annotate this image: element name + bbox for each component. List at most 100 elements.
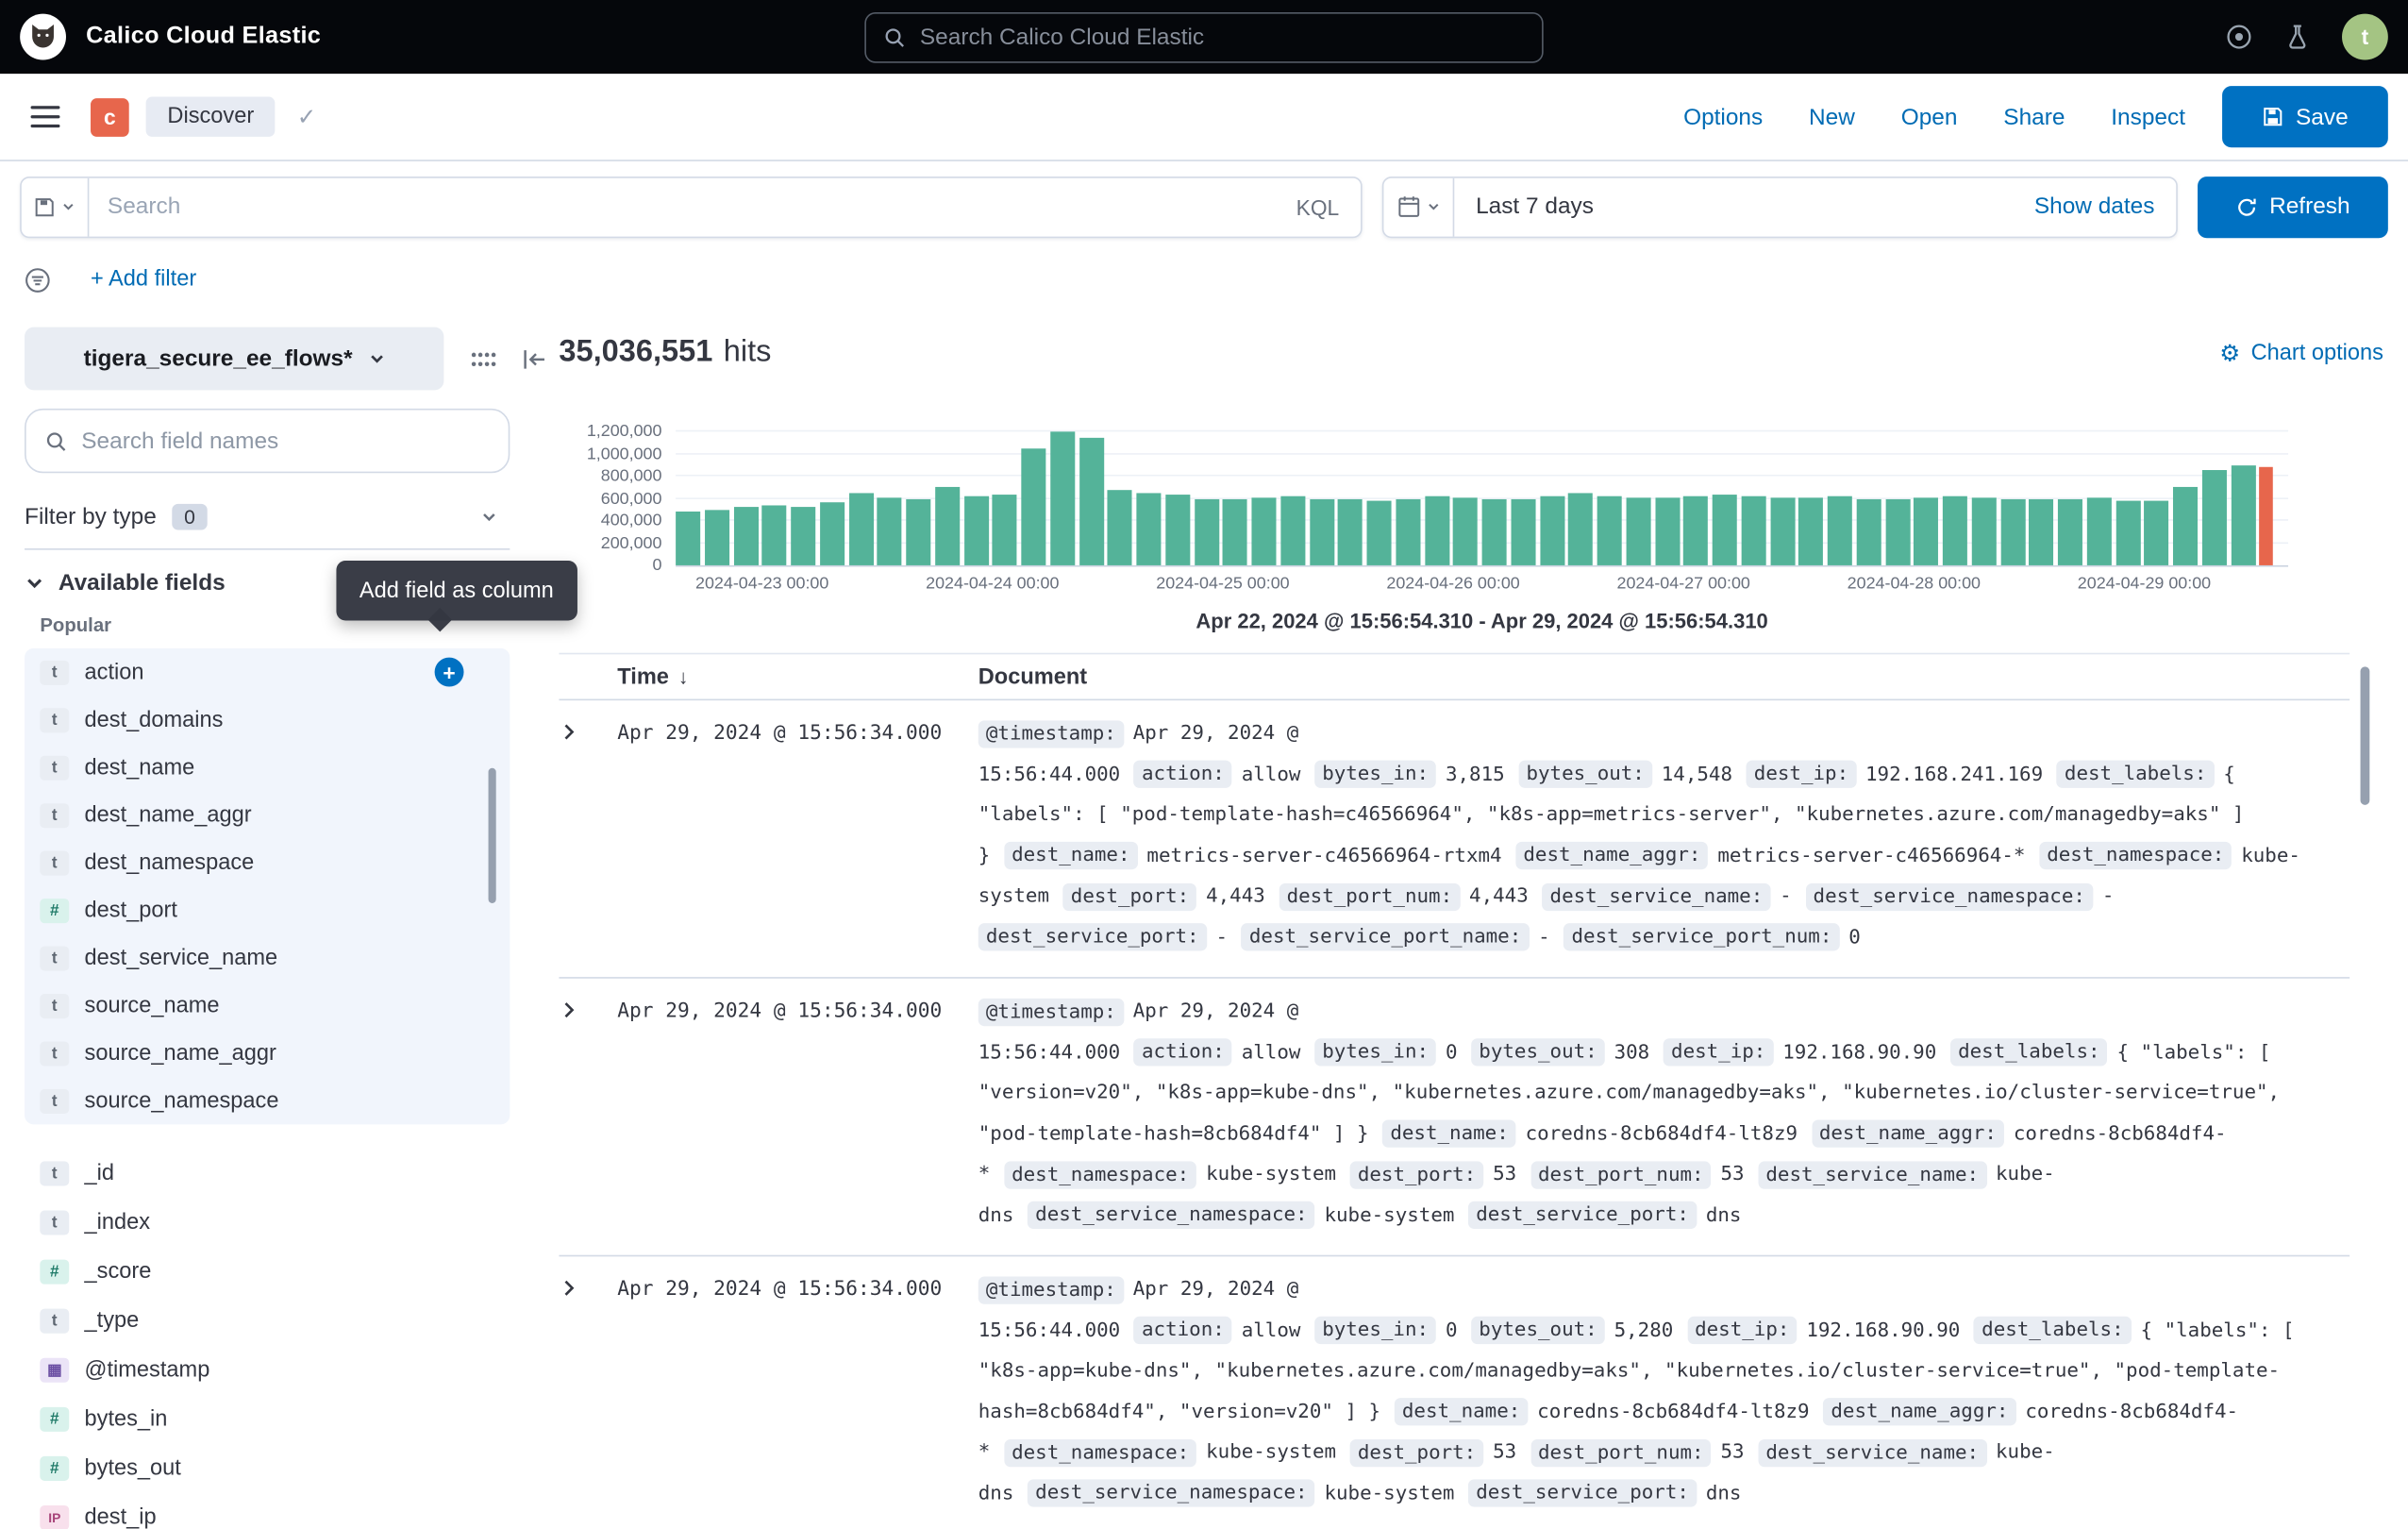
global-search-input[interactable] — [920, 24, 1525, 50]
histogram-bar[interactable] — [1568, 494, 1593, 565]
collapse-sidebar-icon[interactable] — [522, 348, 546, 370]
histogram-bar[interactable] — [705, 510, 729, 565]
histogram-bar[interactable] — [1626, 498, 1650, 565]
query-language-button[interactable]: KQL — [1275, 194, 1361, 219]
histogram-bar[interactable] — [1425, 496, 1449, 565]
field-item-dest_port[interactable]: #dest_port — [25, 886, 510, 933]
space-badge[interactable]: c — [91, 97, 129, 136]
histogram-bar[interactable] — [935, 487, 960, 565]
histogram-bar[interactable] — [2086, 498, 2111, 565]
histogram-bar[interactable] — [1511, 498, 1535, 565]
histogram-bar[interactable] — [2201, 469, 2226, 564]
field-item-action[interactable]: taction+ — [25, 648, 510, 696]
histogram-bar[interactable] — [2029, 499, 2053, 565]
histogram-bar[interactable] — [1713, 495, 1737, 565]
open-link[interactable]: Open — [1901, 104, 1958, 130]
histogram-bar[interactable] — [1741, 496, 1765, 565]
saved-query-button[interactable] — [22, 177, 90, 236]
histogram-bar[interactable] — [1223, 499, 1247, 565]
chart-options-button[interactable]: ⚙ Chart options — [2219, 339, 2383, 366]
histogram-bar[interactable] — [906, 498, 930, 565]
histogram-bar[interactable] — [791, 506, 815, 565]
field-item-source_name[interactable]: tsource_name — [25, 982, 510, 1029]
histogram-bar[interactable] — [733, 508, 758, 565]
options-link[interactable]: Options — [1683, 104, 1763, 130]
global-search-box[interactable] — [864, 11, 1543, 62]
refresh-button[interactable]: Refresh — [2198, 176, 2388, 237]
histogram-bar[interactable] — [1309, 498, 1333, 565]
histogram-bar[interactable] — [1280, 496, 1305, 565]
field-item-@timestamp[interactable]: ▦@timestamp — [25, 1346, 510, 1395]
expand-row-button[interactable] — [559, 1270, 617, 1515]
grid-dots-icon[interactable] — [470, 348, 496, 370]
index-pattern-select[interactable]: tigera_secure_ee_flows* — [25, 328, 443, 391]
calendar-button[interactable] — [1383, 177, 1454, 236]
histogram-bar-partial[interactable] — [2260, 467, 2273, 565]
status-icon[interactable] — [2225, 23, 2252, 50]
menu-icon[interactable] — [31, 106, 60, 127]
histogram-bar[interactable] — [2115, 500, 2140, 565]
histogram-bar[interactable] — [1655, 497, 1680, 565]
filter-by-type-select[interactable]: Filter by type 0 — [25, 485, 510, 549]
field-item-dest_service_name[interactable]: tdest_service_name — [25, 934, 510, 982]
histogram-bar[interactable] — [848, 493, 873, 565]
field-search-input[interactable] — [81, 428, 490, 454]
histogram-bar[interactable] — [1540, 496, 1564, 565]
show-dates-button[interactable]: Show dates — [2034, 193, 2155, 220]
histogram-bar[interactable] — [1597, 496, 1622, 565]
time-column-header[interactable]: Time ↓ — [617, 664, 978, 689]
histogram-bar[interactable] — [1367, 500, 1392, 565]
field-item-source_name_aggr[interactable]: tsource_name_aggr — [25, 1029, 510, 1076]
histogram-bar[interactable] — [1798, 497, 1823, 565]
calico-cat-logo[interactable] — [20, 14, 66, 60]
expand-row-button[interactable] — [559, 992, 617, 1236]
histogram-bar[interactable] — [1971, 497, 1996, 565]
histogram-bar[interactable] — [1136, 493, 1161, 565]
histogram-bar[interactable] — [2231, 465, 2255, 565]
table-scrollbar-thumb[interactable] — [2361, 666, 2370, 804]
histogram-bar[interactable] — [1683, 496, 1708, 565]
histogram-bar[interactable] — [993, 494, 1017, 565]
histogram-bar[interactable] — [1453, 498, 1478, 565]
add-field-as-column-button[interactable]: + — [435, 658, 464, 687]
histogram-bar[interactable] — [676, 512, 700, 565]
histogram-bar[interactable] — [1856, 498, 1881, 565]
field-item-dest_name_aggr[interactable]: tdest_name_aggr — [25, 791, 510, 838]
histogram-bar[interactable] — [1914, 498, 1938, 565]
field-item-source_namespace[interactable]: tsource_namespace — [25, 1077, 510, 1124]
field-item-dest_ip[interactable]: IPdest_ip — [25, 1493, 510, 1529]
filter-settings-icon[interactable] — [25, 266, 51, 293]
field-item-dest_domains[interactable]: tdest_domains — [25, 696, 510, 743]
new-link[interactable]: New — [1809, 104, 1855, 130]
expand-row-button[interactable] — [559, 714, 617, 959]
field-item-_type[interactable]: t_type — [25, 1297, 510, 1346]
histogram-bar[interactable] — [2000, 498, 2025, 565]
histogram-bar[interactable] — [762, 505, 787, 565]
lab-flask-icon[interactable] — [2283, 23, 2311, 50]
histogram-bar[interactable] — [1885, 499, 1910, 565]
histogram-bar[interactable] — [878, 497, 902, 565]
histogram-bar[interactable] — [2173, 487, 2198, 565]
histogram-bar[interactable] — [1079, 437, 1103, 565]
histogram-bar[interactable] — [1108, 490, 1132, 565]
field-item-bytes_in[interactable]: #bytes_in — [25, 1395, 510, 1444]
histogram-bar[interactable] — [2144, 501, 2168, 565]
histogram-bar[interactable] — [1194, 498, 1218, 565]
field-item-_index[interactable]: t_index — [25, 1198, 510, 1247]
inspect-link[interactable]: Inspect — [2111, 104, 2185, 130]
user-avatar[interactable]: t — [2342, 14, 2388, 60]
save-button[interactable]: Save — [2222, 86, 2388, 147]
histogram-bar[interactable] — [820, 503, 844, 565]
histogram-bar[interactable] — [1251, 497, 1276, 565]
share-link[interactable]: Share — [2003, 104, 2065, 130]
field-item-dest_namespace[interactable]: tdest_namespace — [25, 839, 510, 886]
field-item-_score[interactable]: #_score — [25, 1248, 510, 1297]
histogram-bar[interactable] — [1828, 496, 1852, 565]
histogram-bar[interactable] — [1050, 431, 1075, 565]
query-input[interactable] — [89, 193, 1274, 220]
sidebar-scrollbar-thumb[interactable] — [489, 768, 496, 903]
field-item-bytes_out[interactable]: #bytes_out — [25, 1444, 510, 1493]
histogram-bar[interactable] — [1021, 448, 1045, 565]
histogram-bar[interactable] — [963, 496, 988, 565]
field-item-dest_name[interactable]: tdest_name — [25, 744, 510, 791]
